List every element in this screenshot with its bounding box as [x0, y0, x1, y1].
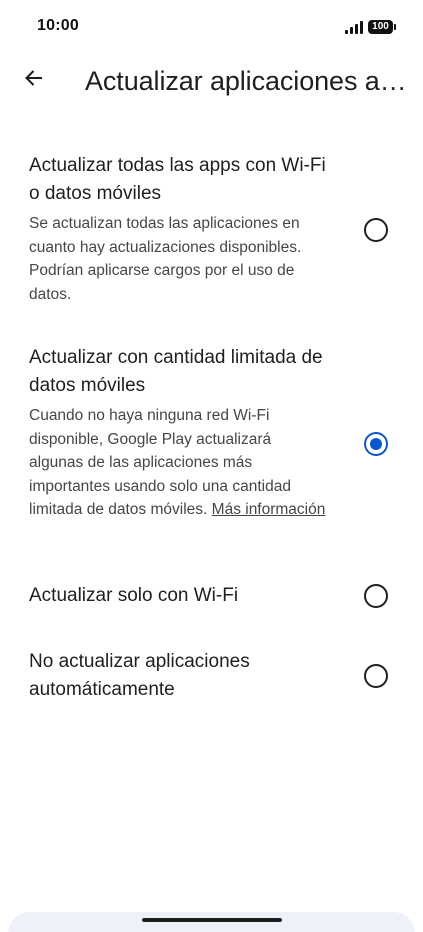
- page-title: Actualizar aplicaciones automáticamente: [85, 66, 415, 96]
- more-info-link[interactable]: Más información: [212, 498, 326, 522]
- option-title: Actualizar todas las apps con Wi-Fi o da…: [29, 155, 326, 204]
- bottom-sheet-edge: [8, 912, 415, 932]
- radio-limited-data[interactable]: [364, 432, 388, 456]
- radio-all-apps[interactable]: [364, 218, 388, 242]
- option-description: Se actualizan todas las aplicaciones en …: [29, 215, 302, 303]
- signal-icon: [345, 20, 363, 34]
- option-title: Actualizar con cantidad limitada de dato…: [29, 347, 323, 396]
- home-indicator[interactable]: [142, 918, 282, 922]
- option-description: Cuando no haya ninguna red Wi-Fi disponi…: [29, 404, 329, 522]
- status-icons: 100: [345, 20, 396, 34]
- option-title: No actualizar aplicaciones automáticamen…: [29, 651, 250, 700]
- option-text: Actualizar con cantidad limitada de dato…: [29, 344, 329, 522]
- battery-icon: 100: [368, 20, 396, 34]
- arrow-back-icon: [25, 70, 42, 86]
- status-time: 10:00: [37, 17, 79, 34]
- radio-no-updates[interactable]: [364, 664, 388, 688]
- option-title: Actualizar solo con Wi-Fi: [29, 585, 239, 606]
- option-text: Actualizar todas las apps con Wi-Fi o da…: [29, 152, 329, 306]
- radio-wifi-only[interactable]: [364, 584, 388, 608]
- top-app-bar: Actualizar aplicaciones automáticamente: [0, 56, 423, 108]
- back-button[interactable]: [14, 58, 54, 98]
- status-bar: 10:00 100: [0, 0, 423, 56]
- option-text: Actualizar solo con Wi-Fi: [29, 582, 329, 610]
- option-text: No actualizar aplicaciones automáticamen…: [29, 648, 329, 704]
